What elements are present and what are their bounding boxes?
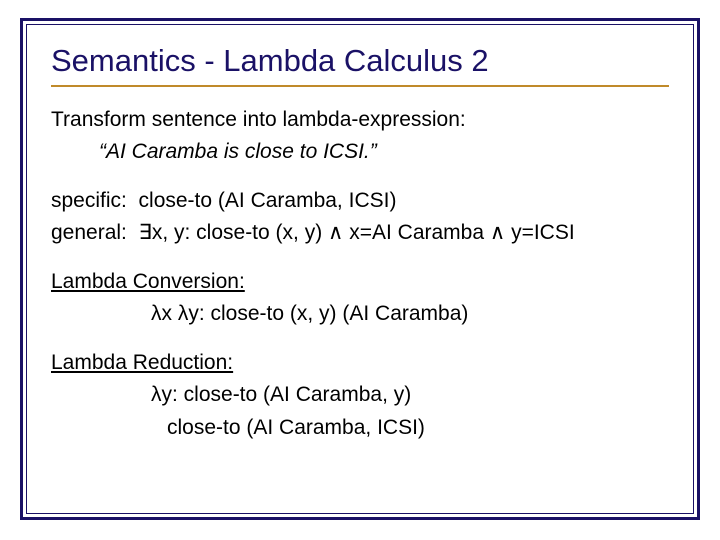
lambda-reduction-block: Lambda Reduction: λy: close-to (AI Caram…: [51, 348, 669, 443]
slide: Semantics - Lambda Calculus 2 Transform …: [0, 0, 720, 540]
general-label: general:: [51, 221, 127, 244]
lambda-reduction-line-1: λy: close-to (AI Caramba, y): [151, 380, 669, 410]
slide-title: Semantics - Lambda Calculus 2: [51, 43, 669, 79]
specific-general-block: specific: close-to (AI Caramba, ICSI) ge…: [51, 186, 669, 249]
lambda-conversion-line: λx λy: close-to (x, y) (AI Caramba): [151, 299, 669, 329]
lambda-reduction-line-2: close-to (AI Caramba, ICSI): [167, 413, 669, 443]
specific-label: specific:: [51, 189, 127, 212]
slide-body: Transform sentence into lambda-expressio…: [51, 105, 669, 443]
lambda-reduction-heading: Lambda Reduction:: [51, 348, 669, 378]
lambda-conversion-block: Lambda Conversion: λx λy: close-to (x, y…: [51, 267, 669, 330]
specific-line: specific: close-to (AI Caramba, ICSI): [51, 186, 669, 216]
outer-frame: Semantics - Lambda Calculus 2 Transform …: [20, 18, 700, 520]
inner-frame: Semantics - Lambda Calculus 2 Transform …: [26, 24, 694, 514]
specific-value: close-to (AI Caramba, ICSI): [139, 189, 397, 212]
general-line: general: ∃x, y: close-to (x, y) ∧ x=AI C…: [51, 218, 669, 248]
intro-text: Transform sentence into lambda-expressio…: [51, 105, 669, 135]
example-sentence: “AI Caramba is close to ICSI.”: [99, 137, 669, 167]
title-rule: [51, 85, 669, 87]
general-value: ∃x, y: close-to (x, y) ∧ x=AI Caramba ∧ …: [139, 221, 575, 244]
lambda-conversion-heading: Lambda Conversion:: [51, 267, 669, 297]
